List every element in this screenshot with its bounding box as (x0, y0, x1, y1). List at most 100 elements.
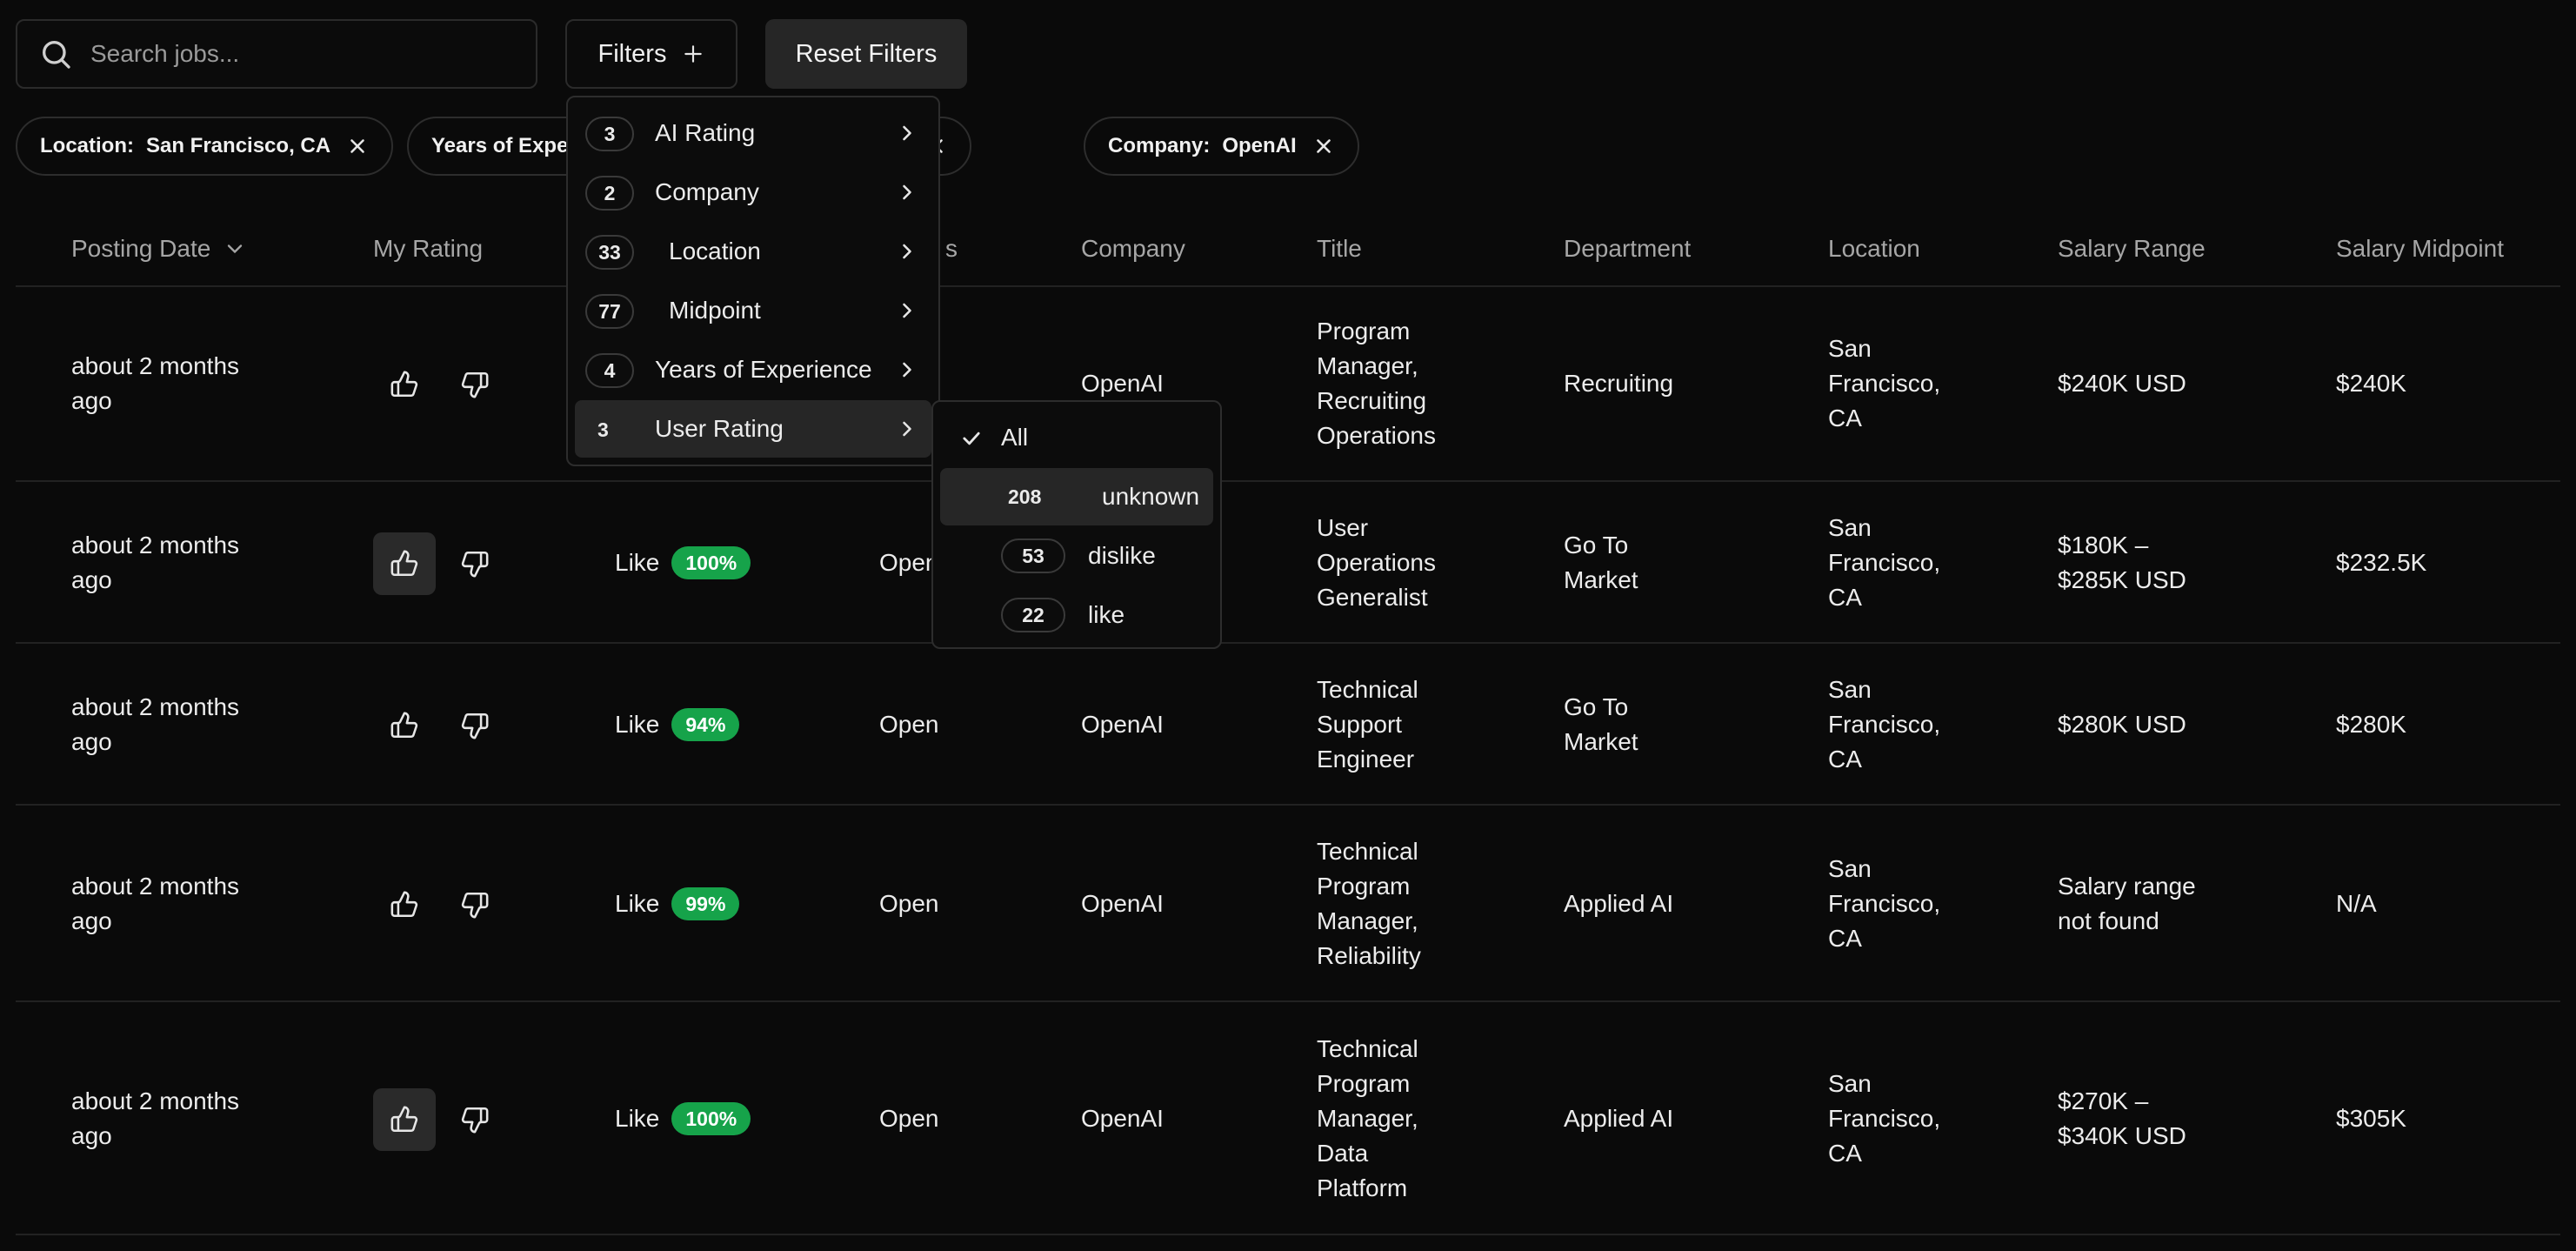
filter-count-badge: 3 (597, 418, 609, 441)
posting-date-cell: about 2 months ago (71, 646, 280, 804)
cell-line: $180K – (2058, 532, 2149, 559)
company-name: OpenAI (1081, 890, 1164, 917)
filters-menu-item[interactable]: 3 AI Rating (575, 104, 931, 162)
filters-menu-item[interactable]: 33 Location (575, 223, 931, 280)
job-title: Technical Support Engineer (1317, 672, 1418, 777)
cell-line: not found (2058, 907, 2159, 934)
user-rating-option[interactable]: All (940, 409, 1213, 466)
thumbs-up-icon (390, 712, 418, 739)
user-rating-option[interactable]: 208 unknown (940, 468, 1213, 525)
column-header-label: Department (1564, 235, 1692, 262)
ai-score-badge: 100% (671, 546, 751, 579)
option-count-badge: 208 (1008, 485, 1042, 508)
department: Go To Market (1564, 528, 1638, 598)
close-icon[interactable] (1312, 135, 1335, 157)
user-rating-option[interactable]: 22 like (940, 586, 1213, 644)
table-row[interactable]: about 2 months ago Like 100% Open User Operati… (16, 484, 2560, 644)
user-rating-submenu: All 208 unknown 53 dislike 22 like (931, 400, 1222, 649)
table-row[interactable]: about 2 months ago Like 94% Open OpenAI Techni… (16, 646, 2560, 806)
title-cell: User Operations Generalist (1317, 484, 1534, 642)
table-row[interactable]: about 2 months ago OpenAI Program Manager, Re… (16, 287, 2560, 482)
cell-line: Market (1564, 566, 1638, 593)
title-cell: Program Manager, Recruiting Operations (1317, 287, 1534, 480)
job-title: Technical Program Manager, Reliability (1317, 834, 1421, 973)
salary-range: Salary range not found (2058, 869, 2196, 939)
filters-menu-item[interactable]: 3 User Rating (575, 400, 931, 458)
thumbs-up-button[interactable] (373, 1088, 436, 1151)
filters-menu-item-label: Years of Experience (655, 356, 872, 383)
search-input[interactable] (90, 40, 508, 68)
filter-chip[interactable]: Location: San Francisco, CA (16, 117, 394, 176)
job-title: Program Manager, Recruiting Operations (1317, 314, 1436, 453)
salary-midpoint: $280K (2336, 711, 2406, 738)
filters-menu-item[interactable]: 2 Company (575, 164, 931, 221)
column-header-status[interactable]: s (945, 211, 958, 287)
filters-button[interactable]: Filters (565, 19, 737, 89)
filter-count-badge: 77 (585, 294, 634, 329)
department-cell: Applied AI (1564, 1004, 1790, 1234)
department-cell: Go To Market (1564, 646, 1790, 804)
column-header-my-rating[interactable]: My Rating (373, 211, 483, 287)
thumbs-down-icon (461, 551, 489, 578)
filters-menu-item-label: Location (669, 237, 761, 264)
location-cell: San Francisco, CA (1828, 807, 2019, 1000)
chevron-right-icon (903, 421, 911, 437)
thumbs-down-button[interactable] (444, 694, 506, 757)
location: San Francisco, CA (1828, 852, 1940, 956)
column-header-company[interactable]: Company (1081, 211, 1185, 287)
column-header-salary-midpoint[interactable]: Salary Midpoint (2336, 211, 2504, 287)
close-icon[interactable] (346, 135, 369, 157)
location-cell: San Francisco, CA (1828, 484, 2019, 642)
filters-menu-item[interactable]: 77 Midpoint (575, 282, 931, 339)
status-cell: Open (879, 807, 1001, 1000)
thumbs-up-button[interactable] (373, 873, 436, 936)
department: Applied AI (1564, 1101, 1673, 1136)
cell-line: about 2 months (71, 693, 240, 720)
column-header-location[interactable]: Location (1828, 211, 1920, 287)
thumbs-up-button[interactable] (373, 532, 436, 595)
search-box[interactable] (16, 19, 537, 89)
column-header-label: s (945, 235, 958, 262)
filter-chip-key: Location: (40, 134, 134, 157)
ai-rating-cell: Like 100% (615, 1004, 911, 1234)
job-title: User Operations Generalist (1317, 511, 1436, 615)
user-rating-option-label: All (1001, 424, 1029, 451)
thumbs-down-button[interactable] (444, 873, 506, 936)
cell-line: Manager, (1317, 907, 1418, 934)
column-header-department[interactable]: Department (1564, 211, 1691, 287)
ai-rating-label: Like (615, 711, 660, 738)
salary-midpoint-cell: $232.5K (2336, 484, 2545, 642)
filters-menu-item[interactable]: 4 Years of Experience (575, 341, 931, 398)
company-name: OpenAI (1081, 711, 1164, 738)
column-header-posting-date[interactable]: Posting Date (71, 211, 247, 287)
cell-line: about 2 months (71, 873, 240, 900)
ai-score-badge: 100% (671, 1102, 751, 1135)
thumbs-down-button[interactable] (444, 353, 506, 416)
cell-line: ago (71, 387, 112, 414)
table-row[interactable]: about 2 months ago Like 100% Open OpenAI Techn… (16, 1004, 2560, 1235)
salary-range-cell: $240K USD (2058, 287, 2301, 480)
column-header-label: Posting Date (71, 235, 211, 262)
user-rating-option[interactable]: 53 dislike (940, 527, 1213, 585)
column-header-title[interactable]: Title (1317, 211, 1362, 287)
thumbs-up-button[interactable] (373, 353, 436, 416)
filter-chip[interactable]: Company: OpenAI (1084, 117, 1359, 176)
location: San Francisco, CA (1828, 672, 1940, 777)
salary-midpoint: $232.5K (2336, 549, 2427, 576)
thumbs-down-button[interactable] (444, 532, 506, 595)
column-header-label: Salary Midpoint (2336, 235, 2504, 262)
thumbs-up-button[interactable] (373, 694, 436, 757)
user-rating-option-label: unknown (1102, 483, 1200, 510)
salary-midpoint-cell: $305K (2336, 1004, 2545, 1234)
cell-line: Manager, (1317, 352, 1418, 379)
thumbs-down-button[interactable] (444, 1088, 506, 1151)
salary-midpoint: N/A (2336, 890, 2377, 917)
table-row[interactable]: about 2 months ago Like 99% Open OpenAI Techni… (16, 807, 2560, 1002)
cell-line: about 2 months (71, 352, 240, 379)
reset-filters-button[interactable]: Reset Filters (765, 19, 967, 89)
ai-score-badge: 94% (671, 708, 740, 741)
column-header-salary-range[interactable]: Salary Range (2058, 211, 2206, 287)
cell-line: Data (1317, 1140, 1369, 1167)
cell-line: Go To (1564, 693, 1629, 720)
cell-line: Generalist (1317, 584, 1428, 611)
